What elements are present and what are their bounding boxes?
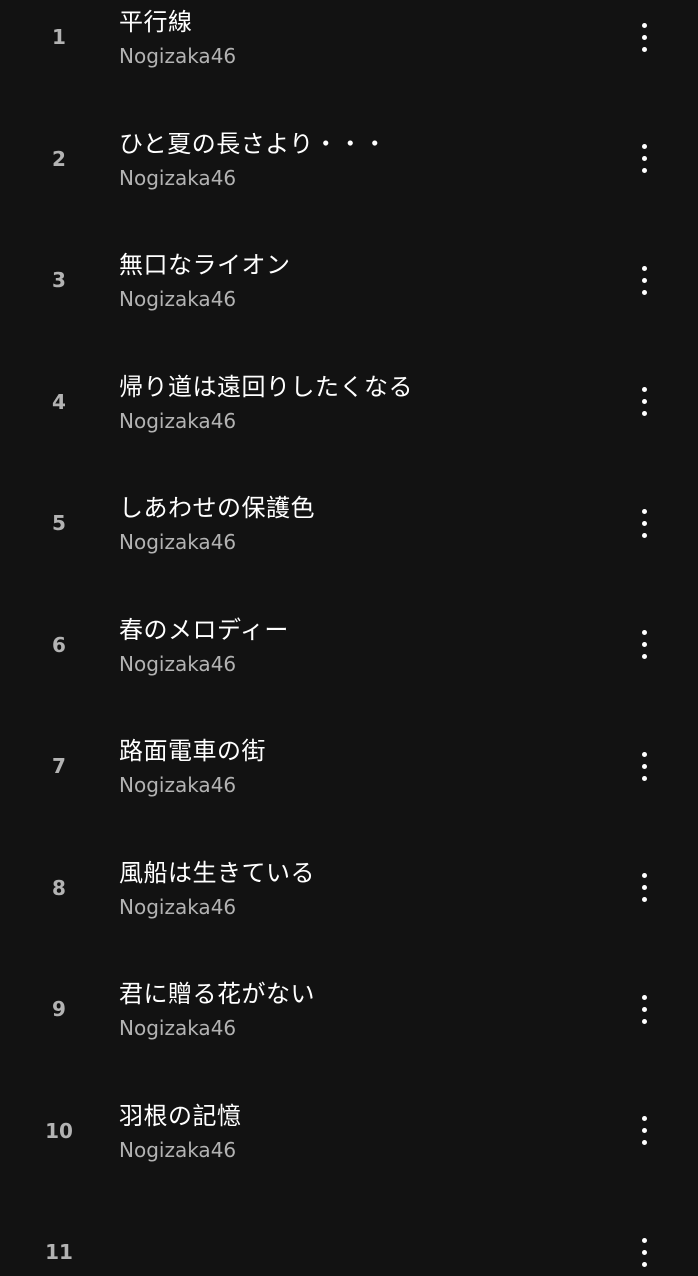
track-number: 4 <box>52 389 66 414</box>
more-options-icon[interactable] <box>624 987 664 1031</box>
track-number: 7 <box>52 754 66 778</box>
track-number: 11 <box>45 1240 73 1264</box>
more-options-icon[interactable] <box>624 258 664 302</box>
track-row[interactable]: 3 無口なライオン Nogizaka46 <box>0 182 698 311</box>
track-number: 5 <box>52 511 66 535</box>
track-number: 10 <box>45 1118 73 1143</box>
more-options-icon[interactable] <box>624 380 664 424</box>
track-number: 3 <box>52 268 66 292</box>
more-options-icon[interactable] <box>624 1230 664 1274</box>
track-title: 路面電車の街 <box>119 737 266 765</box>
track-row[interactable]: 10 羽根の記憶 Nogizaka46 <box>0 1033 698 1162</box>
more-options-icon[interactable] <box>624 866 664 910</box>
track-number: 2 <box>52 146 66 171</box>
track-row[interactable]: 1 平行線 Nogizaka46 <box>0 0 698 68</box>
track-title: 風船は生きている <box>119 858 315 887</box>
more-options-icon[interactable] <box>624 137 664 181</box>
track-title: 平行線 <box>119 8 193 36</box>
more-options-icon[interactable] <box>624 744 664 788</box>
more-options-icon[interactable] <box>624 1109 664 1153</box>
track-row[interactable]: 11 <box>0 1154 698 1276</box>
track-title: 君に贈る花がない <box>119 980 315 1008</box>
track-row[interactable]: 5 しあわせの保護色 Nogizaka46 <box>0 425 698 554</box>
more-options-icon[interactable] <box>624 623 664 667</box>
track-title: 羽根の記憶 <box>119 1101 242 1130</box>
track-row[interactable]: 8 風船は生きている Nogizaka46 <box>0 790 698 919</box>
track-number: 9 <box>52 997 66 1021</box>
track-row[interactable]: 9 君に贈る花がない Nogizaka46 <box>0 911 698 1040</box>
more-options-icon[interactable] <box>624 15 664 59</box>
track-title: 無口なライオン <box>119 251 291 279</box>
more-options-icon[interactable] <box>624 501 664 545</box>
track-row[interactable]: 2 ひと夏の長さより・・・ Nogizaka46 <box>0 61 698 190</box>
track-list: 1 平行線 Nogizaka46 2 ひと夏の長さより・・・ Nogizaka4… <box>0 0 698 1276</box>
track-title: しあわせの保護色 <box>119 494 315 522</box>
track-row[interactable]: 7 路面電車の街 Nogizaka46 <box>0 668 698 797</box>
track-number: 8 <box>52 875 66 900</box>
track-row[interactable]: 6 春のメロディー Nogizaka46 <box>0 547 698 676</box>
track-title: 春のメロディー <box>119 615 289 644</box>
track-title: 帰り道は遠回りしたくなる <box>119 372 413 401</box>
track-row[interactable]: 4 帰り道は遠回りしたくなる Nogizaka46 <box>0 304 698 433</box>
track-number: 1 <box>52 25 66 49</box>
track-number: 6 <box>52 632 66 657</box>
track-title: ひと夏の長さより・・・ <box>119 129 388 158</box>
